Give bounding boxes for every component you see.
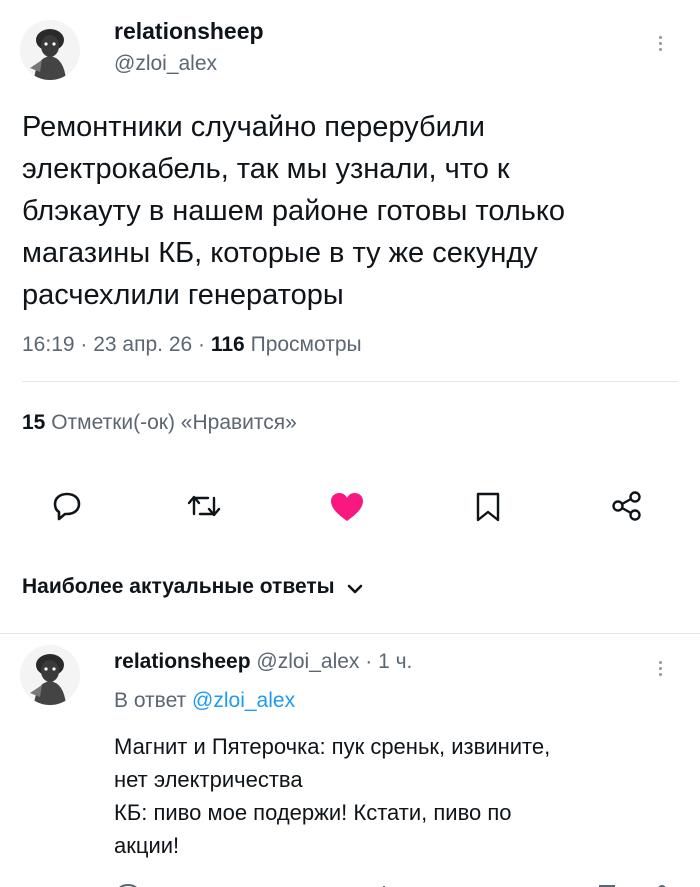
reply-text-line: нет электричества bbox=[114, 767, 303, 792]
author-name[interactable]: relationsheep bbox=[114, 18, 264, 45]
tweet-text: Ремонтники случайно перерубили электрока… bbox=[22, 106, 682, 316]
in-reply-to-prefix: В ответ bbox=[114, 689, 187, 712]
like-icon bbox=[331, 493, 363, 521]
author-handle[interactable]: @zloi_alex bbox=[114, 52, 217, 76]
retweet-button[interactable] bbox=[186, 492, 222, 520]
avatar-sheep-icon bbox=[20, 20, 80, 80]
reply-author-name[interactable]: relationsheep bbox=[114, 650, 251, 673]
reply-author-avatar[interactable] bbox=[20, 645, 80, 705]
reply-icon bbox=[53, 492, 81, 521]
divider bbox=[22, 381, 678, 382]
in-reply-to-handle[interactable]: @zloi_alex bbox=[192, 689, 295, 712]
likes-label: Отметки(-ок) «Нравится» bbox=[51, 411, 297, 434]
reply-time[interactable]: 1 ч. bbox=[378, 650, 412, 673]
more-options-icon[interactable] bbox=[659, 33, 662, 54]
reply-text-line: акции! bbox=[114, 833, 180, 858]
likes-summary[interactable]: 15 Отметки(-ок) «Нравится» bbox=[22, 411, 297, 435]
replies-sort-label: Наиболее актуальные ответы bbox=[22, 575, 335, 598]
reply-text-line: КБ: пиво мое подержи! Кстати, пиво по bbox=[114, 800, 512, 825]
reply-text: Магнит и Пятерочка: пук среньк, извините… bbox=[114, 730, 684, 862]
tweet-text-line: блэкауту в нашем районе готовы только bbox=[22, 195, 566, 227]
author-avatar[interactable] bbox=[20, 20, 80, 80]
views-label: Просмотры bbox=[250, 333, 362, 356]
tweet-text-line: магазины КБ, которые в ту же секунду bbox=[22, 237, 538, 269]
tweet-text-line: расчехлили генераторы bbox=[22, 279, 344, 311]
tweet-text-line: электрокабель, так мы узнали, что к bbox=[22, 153, 510, 185]
avatar-sheep-icon bbox=[20, 645, 80, 705]
reply-header: relationsheep @zloi_alex · 1 ч. bbox=[114, 650, 413, 673]
share-icon bbox=[612, 491, 641, 521]
bookmark-icon bbox=[476, 492, 500, 522]
likes-count: 15 bbox=[22, 411, 46, 434]
replies-sort-selector[interactable]: Наиболее актуальные ответы bbox=[22, 575, 363, 599]
share-button[interactable] bbox=[611, 491, 643, 521]
reply-author-handle[interactable]: @zloi_alex bbox=[256, 650, 359, 673]
reply-more-options-icon[interactable] bbox=[659, 658, 662, 679]
views-count: 116 bbox=[210, 333, 245, 356]
tweet-text-line: Ремонтники случайно перерубили bbox=[22, 111, 485, 143]
retweet-icon bbox=[187, 495, 221, 517]
divider bbox=[0, 633, 700, 634]
bookmark-button[interactable] bbox=[475, 491, 501, 523]
reply-button[interactable] bbox=[51, 491, 83, 521]
tweet-time[interactable]: 16:19 bbox=[22, 333, 75, 356]
tweet-meta: 16:19 · 23 апр. 26 · 116 Просмотры bbox=[22, 333, 362, 356]
reply-text-line: Магнит и Пятерочка: пук среньк, извините… bbox=[114, 734, 551, 759]
tweet-date[interactable]: 23 апр. 26 bbox=[93, 333, 192, 356]
in-reply-to: В ответ @zloi_alex bbox=[114, 689, 295, 713]
like-button[interactable] bbox=[329, 491, 365, 523]
reply-actions-partial bbox=[114, 879, 674, 887]
chevron-down-icon bbox=[347, 584, 363, 594]
